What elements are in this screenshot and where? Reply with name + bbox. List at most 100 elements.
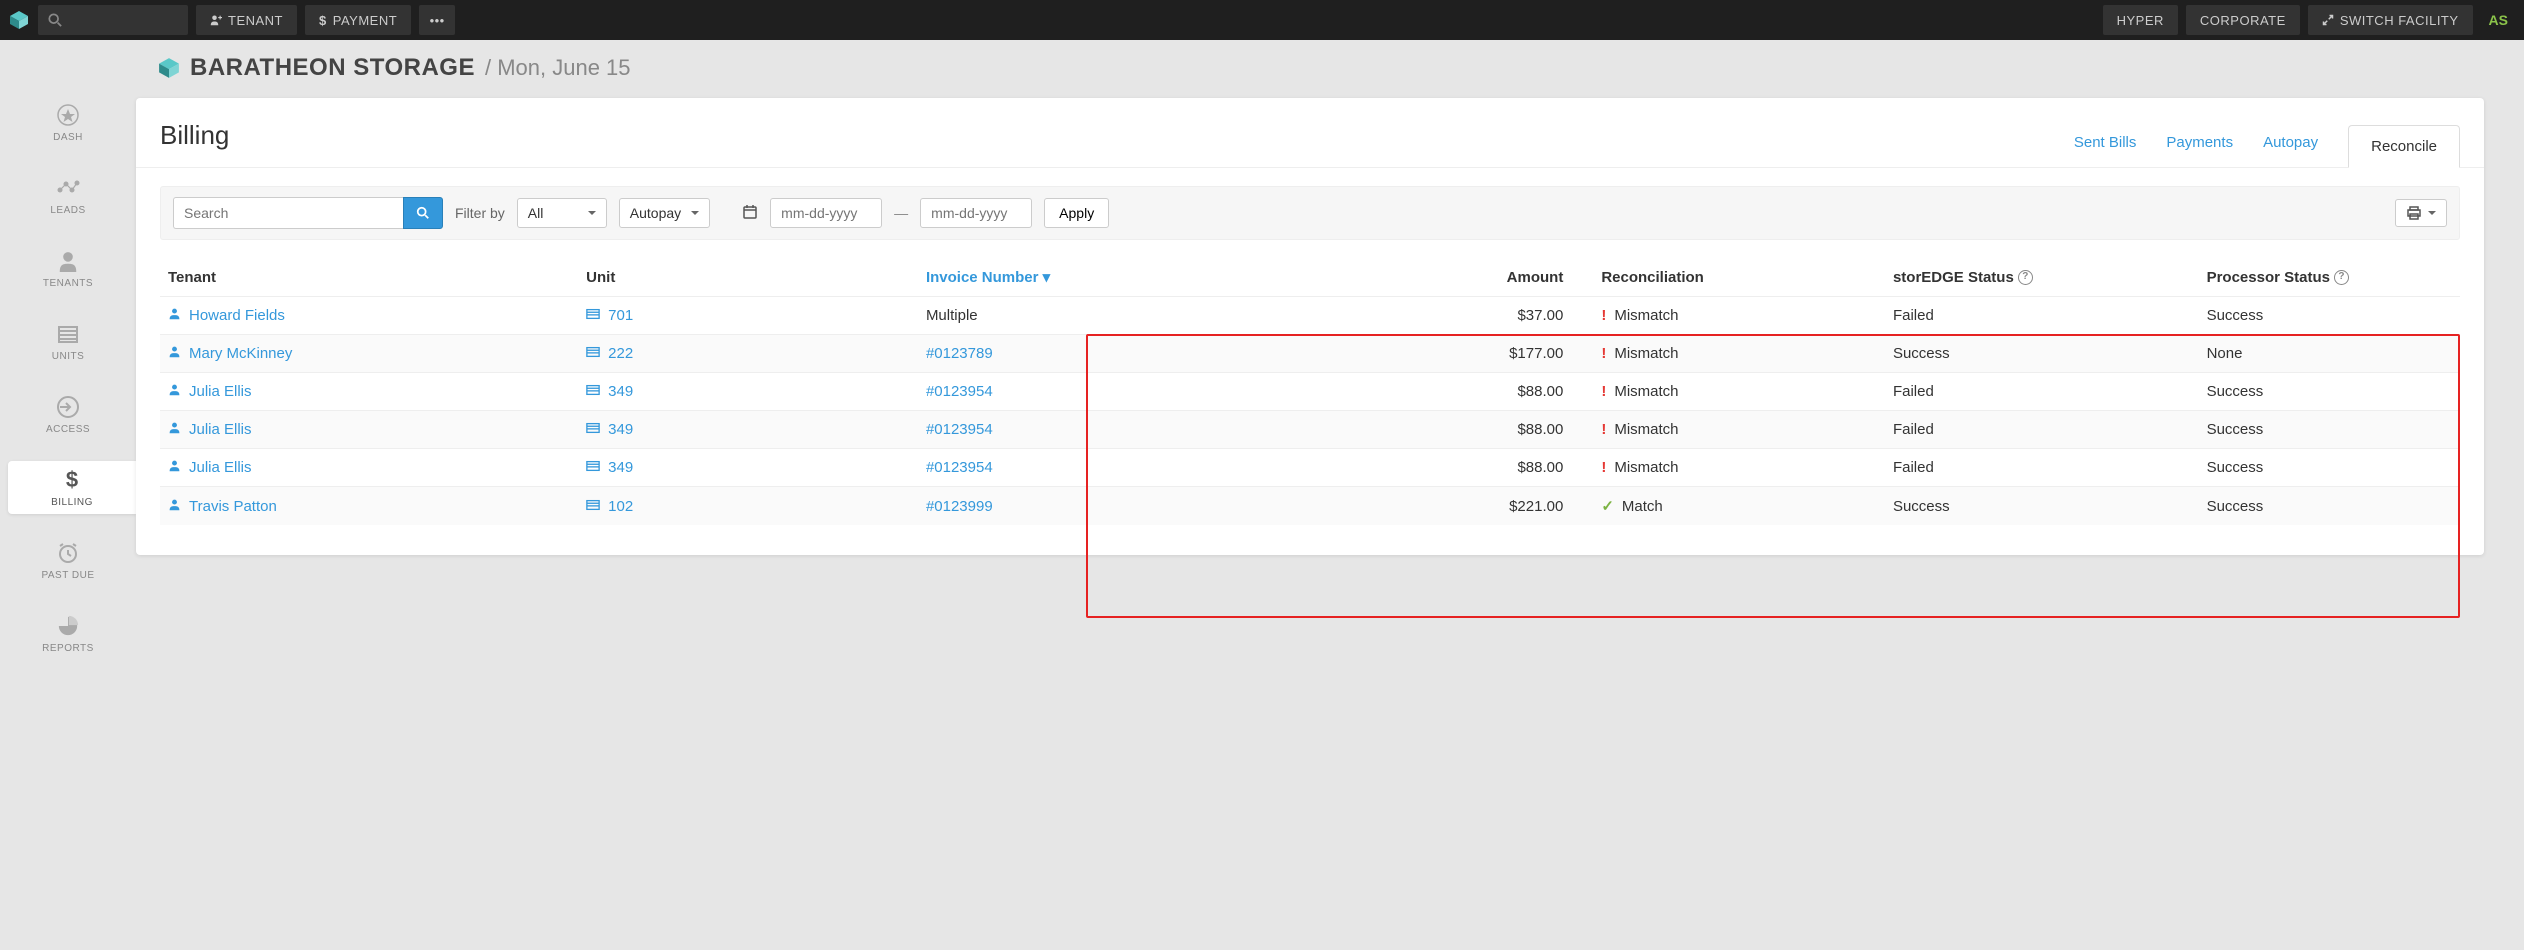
invoice-link[interactable]: #0123789	[926, 345, 993, 362]
billing-table: Tenant Unit Invoice Number ▾ Amount Reco…	[160, 258, 2460, 525]
invoice-link[interactable]: #0123999	[926, 498, 993, 515]
col-tenant[interactable]: Tenant	[160, 258, 578, 297]
tenant-link[interactable]: Julia Ellis	[189, 383, 252, 400]
amount-cell: $88.00	[1258, 411, 1572, 449]
table-row: Mary McKinney222#0123789$177.00!Mismatch…	[160, 335, 2460, 373]
corporate-button[interactable]: CORPORATE	[2186, 5, 2300, 35]
dollar-icon: $	[319, 13, 327, 28]
person-icon	[168, 459, 181, 476]
amount-cell: $37.00	[1258, 297, 1572, 335]
avatar[interactable]: AS	[2481, 12, 2516, 28]
exclamation-icon: !	[1601, 383, 1606, 400]
sidebar-item-tenants[interactable]: TENANTS	[0, 242, 136, 295]
proc-status-cell: Success	[2199, 487, 2460, 526]
tenant-link[interactable]: Julia Ellis	[189, 459, 252, 476]
table-row: Travis Patton 102 #0123999 $221.00 ✓ Match Suc…	[160, 487, 2460, 526]
se-status-cell: Failed	[1885, 449, 2199, 487]
tenant-link[interactable]: Travis Patton	[189, 498, 277, 515]
tab-autopay[interactable]: Autopay	[2263, 134, 2318, 167]
unit-icon	[586, 307, 600, 324]
col-reconciliation[interactable]: Reconciliation	[1571, 258, 1885, 297]
sidebar-item-dash[interactable]: DASH	[0, 96, 136, 149]
col-unit[interactable]: Unit	[578, 258, 918, 297]
sidebar-item-leads[interactable]: LEADS	[0, 169, 136, 222]
check-icon: ✓	[1601, 497, 1614, 515]
sidebar-item-reports[interactable]: REPORTS	[0, 607, 136, 660]
recon-text: Match	[1622, 498, 1663, 515]
unit-icon	[586, 345, 600, 362]
payment-button[interactable]: $ PAYMENT	[305, 5, 411, 35]
tab-reconcile[interactable]: Reconcile	[2348, 125, 2460, 168]
proc-status-cell: None	[2199, 335, 2460, 373]
tenant-link[interactable]: Mary McKinney	[189, 345, 292, 362]
search-input[interactable]	[173, 197, 403, 229]
person-icon	[168, 345, 181, 362]
invoice-link[interactable]: #0123954	[926, 459, 993, 476]
alarm-icon	[55, 540, 81, 566]
unit-link[interactable]: 222	[608, 345, 633, 362]
apply-button[interactable]: Apply	[1044, 198, 1109, 228]
sidebar-item-billing[interactable]: $ BILLING	[8, 461, 136, 514]
tab-sent-bills[interactable]: Sent Bills	[2074, 134, 2137, 167]
table-row: Julia Ellis349#0123954$88.00!MismatchFai…	[160, 373, 2460, 411]
dollar-icon: $	[59, 467, 85, 493]
invoice-link[interactable]: #0123954	[926, 421, 993, 438]
printer-icon	[2406, 205, 2422, 221]
proc-status-cell: Success	[2199, 449, 2460, 487]
col-amount[interactable]: Amount	[1258, 258, 1572, 297]
sidebar-item-pastdue[interactable]: PAST DUE	[0, 534, 136, 587]
garage-icon	[55, 321, 81, 347]
unit-icon	[586, 459, 600, 476]
amount-cell: $88.00	[1258, 373, 1572, 411]
filter-select[interactable]: All	[517, 198, 607, 228]
unit-link[interactable]: 349	[608, 383, 633, 400]
hyper-button[interactable]: HYPER	[2103, 5, 2178, 35]
help-icon[interactable]: ?	[2018, 270, 2033, 285]
autopay-select[interactable]: Autopay	[619, 198, 710, 228]
global-search[interactable]	[38, 5, 188, 35]
tenant-link[interactable]: Julia Ellis	[189, 421, 252, 438]
amount-cell: $177.00	[1258, 335, 1572, 373]
exclamation-icon: !	[1601, 307, 1606, 324]
exclamation-icon: !	[1601, 421, 1606, 438]
col-invoice[interactable]: Invoice Number ▾	[918, 258, 1258, 297]
more-button[interactable]: •••	[419, 5, 455, 35]
page-header: BARATHEON STORAGE Mon, June 15	[136, 40, 2484, 98]
help-icon[interactable]: ?	[2334, 270, 2349, 285]
person-icon	[168, 421, 181, 438]
person-icon	[168, 498, 181, 515]
star-icon	[55, 102, 81, 128]
facility-name: BARATHEON STORAGE	[190, 54, 475, 82]
date-from-input[interactable]	[770, 198, 882, 228]
unit-link[interactable]: 701	[608, 307, 633, 324]
invoice-link[interactable]: #0123954	[926, 383, 993, 400]
search-button[interactable]	[403, 197, 443, 229]
se-status-cell: Failed	[1885, 297, 2199, 335]
search-icon	[416, 206, 430, 220]
col-se-status[interactable]: storEDGE Status?	[1885, 258, 2199, 297]
person-plus-icon	[210, 14, 222, 26]
unit-link[interactable]: 349	[608, 459, 633, 476]
tabs: Sent Bills Payments Autopay Reconcile	[2074, 125, 2460, 167]
unit-link[interactable]: 349	[608, 421, 633, 438]
date-to-input[interactable]	[920, 198, 1032, 228]
switch-facility-button[interactable]: SWITCH FACILITY	[2308, 5, 2473, 35]
tenant-link[interactable]: Howard Fields	[189, 307, 285, 324]
unit-icon	[586, 421, 600, 438]
tab-payments[interactable]: Payments	[2166, 134, 2233, 167]
tenant-button[interactable]: TENANT	[196, 5, 297, 35]
tenant-button-label: TENANT	[228, 13, 283, 28]
switch-icon	[2322, 14, 2334, 26]
filter-bar: Filter by All Autopay — Apply	[160, 186, 2460, 240]
billing-panel: Billing Sent Bills Payments Autopay Reco…	[136, 98, 2484, 555]
amount-cell: $221.00	[1258, 487, 1572, 526]
sidebar-item-units[interactable]: UNITS	[0, 315, 136, 368]
table-row: Julia Ellis349#0123954$88.00!MismatchFai…	[160, 449, 2460, 487]
sidebar-item-access[interactable]: ACCESS	[0, 388, 136, 441]
topbar: TENANT $ PAYMENT ••• HYPER CORPORATE SWI…	[0, 0, 2524, 40]
amount-cell: $88.00	[1258, 449, 1572, 487]
col-proc-status[interactable]: Processor Status?	[2199, 258, 2460, 297]
proc-status-cell: Success	[2199, 411, 2460, 449]
unit-link[interactable]: 102	[608, 498, 633, 515]
print-button[interactable]	[2395, 199, 2447, 227]
